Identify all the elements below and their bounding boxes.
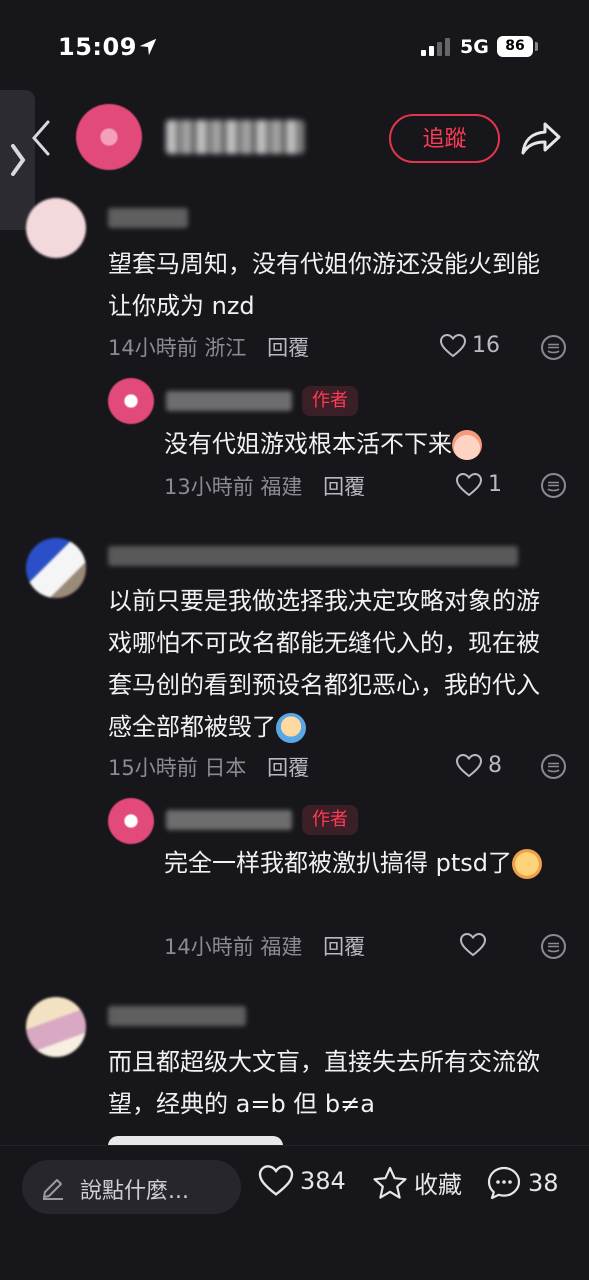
like-count: 8 — [488, 753, 502, 778]
reply-button[interactable]: 回覆 — [267, 756, 309, 780]
comment-location: 日本 — [204, 756, 247, 780]
heart-icon — [460, 933, 486, 957]
star-icon — [373, 1166, 407, 1199]
like-button[interactable] — [460, 933, 492, 957]
like-button[interactable]: 16 — [440, 333, 500, 358]
comment-meta: 15小時前 日本 回覆 — [108, 752, 309, 782]
more-options-icon[interactable] — [540, 933, 567, 960]
side-drawer-handle[interactable] — [0, 90, 35, 230]
comment-text: 以前只要是我做选择我决定攻略对象的游戏哪怕不可改名都能无缝代入的，现在被套马创的… — [108, 587, 540, 743]
share-icon[interactable] — [519, 118, 563, 158]
battery-icon: 86 — [497, 36, 533, 57]
heart-icon — [456, 753, 482, 777]
post-like-button[interactable]: 384 — [258, 1165, 346, 1197]
author-tag: 作者 — [302, 805, 358, 835]
reply-button[interactable]: 回覆 — [323, 935, 365, 959]
chevron-right-icon — [11, 144, 26, 176]
reply-button[interactable]: 回覆 — [267, 336, 309, 360]
comment-time: 15小時前 — [108, 756, 198, 780]
cold-face-emoji-icon — [276, 713, 306, 743]
signal-icon — [421, 38, 453, 56]
like-count: 16 — [472, 333, 500, 358]
location-arrow-icon — [139, 38, 157, 56]
status-time: 15:09 — [58, 33, 137, 61]
reply-meta: 14小時前 福建 回覆 — [164, 931, 365, 961]
comment-meta: 14小時前 浙江 回覆 — [108, 332, 309, 362]
comment-location: 浙江 — [204, 336, 247, 360]
like-count: 1 — [488, 472, 502, 497]
comments-count: 38 — [528, 1169, 559, 1197]
heart-icon — [456, 472, 482, 496]
back-icon[interactable] — [28, 118, 52, 158]
chat-bubble-icon — [487, 1166, 521, 1200]
reply-location: 福建 — [260, 475, 303, 499]
more-options-icon[interactable] — [540, 334, 567, 361]
reply-time: 14小時前 — [164, 935, 254, 959]
author-avatar[interactable] — [76, 104, 142, 170]
commenter-avatar[interactable] — [26, 997, 86, 1057]
crying-face-emoji-icon — [512, 849, 543, 879]
network-type: 5G — [460, 36, 489, 58]
peach-face-emoji-icon — [452, 430, 482, 460]
comment-text: 望套马周知，没有代姐你游还没能火到能让你成为 nzd — [108, 250, 540, 320]
reply-location: 福建 — [260, 935, 303, 959]
reply-time: 13小時前 — [164, 475, 254, 499]
follow-button[interactable]: 追蹤 — [389, 114, 500, 163]
comments-button[interactable]: 38 — [486, 1165, 559, 1201]
pencil-icon — [43, 1179, 63, 1200]
reply-author-avatar[interactable] — [108, 798, 154, 844]
commenter-name-blurred[interactable] — [108, 208, 188, 228]
comment-text: 而且都超级大文盲，直接失去所有交流欲望，经典的 a=b 但 b≠a — [108, 1048, 540, 1118]
post-like-count: 384 — [300, 1167, 346, 1195]
heart-icon — [258, 1165, 294, 1196]
more-options-icon[interactable] — [540, 753, 567, 780]
heart-icon — [440, 333, 466, 357]
commenter-avatar[interactable] — [26, 198, 86, 258]
favorite-label: 收藏 — [414, 1171, 462, 1199]
like-button[interactable]: 8 — [456, 753, 502, 778]
reply-text: 完全一样我都被激扒搞得 ptsd了 — [164, 842, 554, 884]
author-tag: 作者 — [302, 386, 358, 416]
comment-input-placeholder: 說點什麼... — [80, 1179, 189, 1204]
commenter-name-blurred[interactable] — [108, 1006, 246, 1026]
favorite-button[interactable]: 收藏 — [372, 1165, 462, 1200]
reply-text: 没有代姐游戏根本活不下来 — [164, 423, 554, 465]
reply-button[interactable]: 回覆 — [323, 475, 365, 499]
like-button[interactable]: 1 — [456, 472, 502, 497]
comment-input[interactable]: 說點什麼... — [22, 1160, 241, 1214]
reply-meta: 13小時前 福建 回覆 — [164, 471, 365, 501]
more-options-icon[interactable] — [540, 472, 567, 499]
reply-author-name-blurred[interactable] — [166, 391, 292, 411]
commenter-avatar[interactable] — [26, 538, 86, 598]
reply-author-name-blurred[interactable] — [166, 810, 292, 830]
reply-author-avatar[interactable] — [108, 378, 154, 424]
author-name-blurred[interactable] — [166, 120, 304, 154]
status-bar: 15:09 5G 86 — [0, 0, 589, 96]
commenter-name-blurred[interactable] — [108, 546, 518, 566]
battery-tip — [535, 42, 538, 51]
comment-time: 14小時前 — [108, 336, 198, 360]
